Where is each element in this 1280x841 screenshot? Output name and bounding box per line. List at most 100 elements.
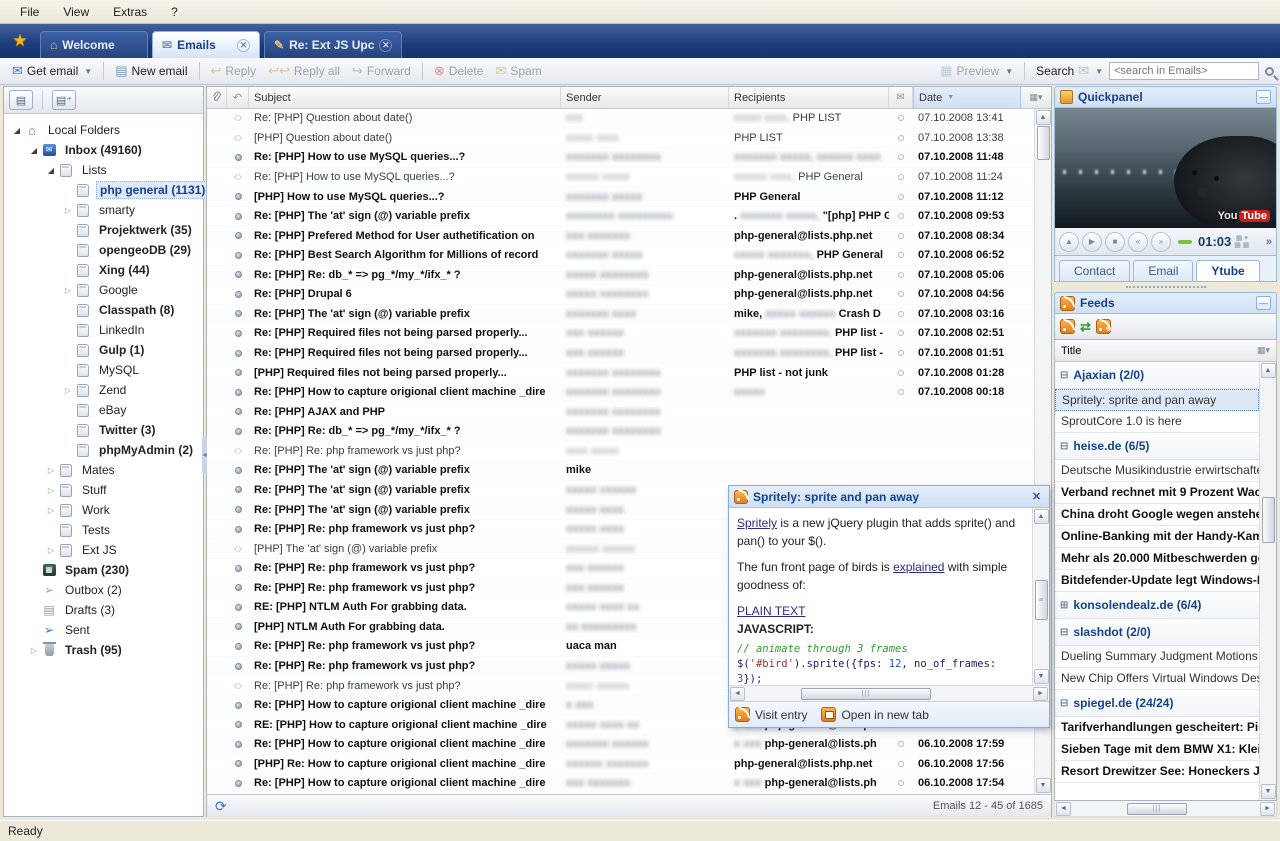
expand-icon[interactable]: ▷ <box>44 506 58 515</box>
feed-item[interactable]: Spritely: sprite and pan away <box>1055 389 1259 411</box>
sidebar-item-google[interactable]: ▷Google <box>4 280 203 300</box>
scrollbar-thumb[interactable]: ||| <box>801 688 931 700</box>
sidebar-item-smarty[interactable]: ▷smarty <box>4 200 203 220</box>
collapse-group-icon[interactable]: ⊟ <box>1060 627 1068 638</box>
column-menu-icon[interactable]: ▦▾ <box>1257 345 1270 356</box>
collapse-icon[interactable]: ◢ <box>27 146 41 155</box>
sidebar-item-stuff[interactable]: ▷Stuff <box>4 480 203 500</box>
feed-item[interactable]: Dueling Summary Judgment Motions In V <box>1055 646 1259 668</box>
sidebar-item-lists[interactable]: ◢Lists <box>4 160 203 180</box>
plain-text-link[interactable]: PLAIN TEXT <box>737 604 805 618</box>
delete-button[interactable]: ⊗ Delete <box>428 61 490 81</box>
scroll-left-icon[interactable]: ◄ <box>730 687 745 701</box>
scrollbar-thumb[interactable] <box>1037 126 1050 160</box>
feed-item[interactable]: SproutCore 1.0 is here <box>1055 411 1259 433</box>
inline-link[interactable]: explained <box>893 560 944 574</box>
quality-options-icon[interactable]: ▦ ▾▦ ▦ <box>1234 235 1249 249</box>
expand-icon[interactable]: ▷ <box>61 286 75 295</box>
scrollbar-thumb[interactable]: ||| <box>1127 803 1187 815</box>
feed-group-header[interactable]: ⊟slashdot (2/0) <box>1055 619 1259 646</box>
email-row[interactable]: Re: [PHP] How to capture origional clien… <box>207 383 1034 403</box>
scroll-down-icon[interactable]: ▼ <box>1036 778 1051 793</box>
email-row[interactable]: Re: [PHP] Best Search Algorithm for Mill… <box>207 246 1034 266</box>
previous-button[interactable]: « <box>1128 232 1148 252</box>
expand-icon[interactable]: ▷ <box>44 486 58 495</box>
expand-icon[interactable]: ▷ <box>27 646 41 655</box>
search-scope-button[interactable]: Search ✉ ▼ <box>1030 61 1109 81</box>
feed-item[interactable]: New Chip Offers Virtual Windows Deskt <box>1055 668 1259 690</box>
sidebar-item-phpmyadmin-2-[interactable]: phpMyAdmin (2) <box>4 440 203 460</box>
email-row[interactable]: Re: [PHP] The 'at' sign (@) variable pre… <box>207 305 1034 325</box>
email-row[interactable]: Re: [PHP] Re: db_* => pg_*/my_*/ifx_* ?x… <box>207 266 1034 286</box>
tab-contact[interactable]: Contact <box>1059 260 1130 281</box>
scroll-up-icon[interactable]: ▲ <box>1036 110 1051 125</box>
scroll-right-icon[interactable]: ► <box>1260 802 1275 816</box>
feed-group-header[interactable]: ⊟spiegel.de (24/24) <box>1055 690 1259 717</box>
recipients-column-header[interactable]: Recipients <box>729 87 889 108</box>
scroll-right-icon[interactable]: ► <box>1033 687 1048 701</box>
feed-item[interactable]: China droht Google wegen anstehe <box>1055 504 1259 526</box>
add-feed-button[interactable] <box>1060 319 1075 334</box>
inline-link[interactable]: Spritely <box>737 516 777 530</box>
visit-entry-button[interactable]: Visit entry <box>735 707 807 722</box>
favorites-star-icon[interactable]: ★ <box>0 31 40 58</box>
feed-item[interactable]: Tarifverhandlungen gescheitert: Pil <box>1055 717 1259 739</box>
expand-group-icon[interactable]: ⊞ <box>1060 600 1068 611</box>
sidebar-item-zend[interactable]: ▷Zend <box>4 380 203 400</box>
email-row[interactable]: Re: [PHP] How to capture origional clien… <box>207 774 1034 794</box>
email-row[interactable]: Re: [PHP] The 'at' sign (@) variable pre… <box>207 207 1034 227</box>
sidebar-item-spam-230-[interactable]: ▦Spam (230) <box>4 560 203 580</box>
feed-group-header[interactable]: ⊟heise.de (6/5) <box>1055 433 1259 460</box>
email-row[interactable]: Re: [PHP] The 'at' sign (@) variable pre… <box>207 461 1034 481</box>
menu-item-[interactable]: ? <box>159 2 190 22</box>
view-accounts-button[interactable]: ▤ <box>9 90 33 110</box>
expand-icon[interactable]: ▷ <box>61 386 75 395</box>
email-row[interactable]: Re: [PHP] Required files not being parse… <box>207 324 1034 344</box>
close-icon[interactable]: ✕ <box>237 39 250 52</box>
expand-icon[interactable]: ▷ <box>44 466 58 475</box>
sidebar-item-trash-95-[interactable]: ▷Trash (95) <box>4 640 203 660</box>
collapse-group-icon[interactable]: ⊟ <box>1060 441 1068 452</box>
scroll-left-icon[interactable]: ◄ <box>1056 802 1071 816</box>
search-input[interactable] <box>1109 62 1259 80</box>
popup-header[interactable]: Spritely: sprite and pan away ✕ <box>729 486 1049 508</box>
feed-item[interactable]: Online-Banking mit der Handy-Kame <box>1055 526 1259 548</box>
date-column-header[interactable]: Date ▼ <box>913 87 1021 108</box>
collapse-icon[interactable]: ◢ <box>44 166 58 175</box>
sidebar-item-xing-44-[interactable]: Xing (44) <box>4 260 203 280</box>
new-email-button[interactable]: ▤ New email <box>109 61 193 81</box>
email-row[interactable]: Re: [PHP] How to use MySQL queries...?xx… <box>207 148 1034 168</box>
expand-icon[interactable]: ▷ <box>44 546 58 555</box>
email-row[interactable]: Re: [PHP] Question about date()xxxxxxxx … <box>207 109 1034 129</box>
collapse-group-icon[interactable]: ⊟ <box>1060 370 1068 381</box>
forward-button[interactable]: ↪ Forward <box>346 61 417 81</box>
get-email-button[interactable]: ✉ Get email ▼ <box>6 61 98 81</box>
menu-item-extras[interactable]: Extras <box>101 2 159 22</box>
sidebar-item-mates[interactable]: ▷Mates <box>4 460 203 480</box>
next-button[interactable]: » <box>1151 232 1171 252</box>
replied-column-header[interactable]: ↶ <box>227 87 249 108</box>
subject-column-header[interactable]: Subject <box>249 87 561 108</box>
feeds-grid-header[interactable]: Title ▦▾ <box>1054 340 1277 362</box>
email-row[interactable]: Re: [PHP] Required files not being parse… <box>207 344 1034 364</box>
feed-list-scrollbar[interactable]: ▲ ▼ <box>1259 362 1276 800</box>
sidebar-item-projektwerk-35-[interactable]: Projektwerk (35) <box>4 220 203 240</box>
overflow-menu-icon[interactable]: » <box>1266 236 1272 248</box>
menu-item-file[interactable]: File <box>8 2 51 22</box>
refresh-icon[interactable]: ⟳ <box>215 798 227 815</box>
email-row[interactable]: [PHP] Re: How to capture origional clien… <box>207 755 1034 775</box>
scrollbar-thumb[interactable] <box>1262 497 1275 543</box>
search-icon[interactable] <box>1265 67 1274 76</box>
collapse-group-icon[interactable]: ⊟ <box>1060 698 1068 709</box>
scroll-down-icon[interactable]: ▼ <box>1261 784 1276 799</box>
email-row[interactable]: Re: [PHP] Drupal 6xxxxx xxxxxxxxphp-gene… <box>207 285 1034 305</box>
feed-group-header[interactable]: ⊞konsolendealz.de (6/4) <box>1055 592 1259 619</box>
tab-re-ext-js-upc[interactable]: ✎Re: Ext JS Upc✕ <box>264 31 402 58</box>
reply-all-button[interactable]: ↩↩ Reply all <box>262 61 346 81</box>
email-row[interactable]: Re: [PHP] How to capture origional clien… <box>207 735 1034 755</box>
feed-item[interactable]: Mehr als 20.000 Mitbeschwerden ge <box>1055 548 1259 570</box>
popup-scrollbar[interactable]: ▲ ≡ ▼ <box>1032 508 1049 685</box>
eject-button[interactable]: ▲ <box>1059 232 1079 252</box>
sidebar-item-gulp-1-[interactable]: Gulp (1) <box>4 340 203 360</box>
email-row[interactable]: Re: [PHP] Re: db_* => pg_*/my_*/ifx_* ?x… <box>207 422 1034 442</box>
